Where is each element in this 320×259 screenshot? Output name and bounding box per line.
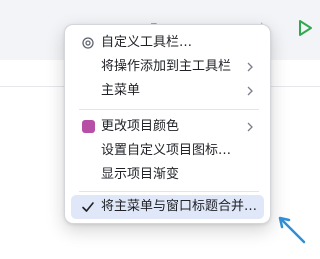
color-swatch-icon: [82, 120, 95, 133]
run-icon[interactable]: [297, 19, 313, 37]
chevron-right-icon: [247, 62, 253, 72]
menu-separator: [79, 191, 259, 192]
menu-item-label: 将操作添加到主工具栏: [101, 59, 232, 74]
checkmark-icon: [82, 202, 94, 212]
menu-item-label: 设置自定义项目图标…: [101, 143, 232, 158]
chevron-right-icon: [247, 122, 253, 132]
menu-item-label: 显示项目渐变: [101, 167, 180, 182]
menu-separator: [79, 109, 259, 110]
menu-item-main-menu[interactable]: 主菜单: [71, 79, 264, 103]
menu-item-add-action-to-toolbar[interactable]: 将操作添加到主工具栏: [71, 55, 264, 79]
menu-item-label: 更改项目颜色: [101, 119, 180, 134]
chevron-right-icon: [247, 86, 253, 96]
menu-item-label: 自定义工具栏…: [101, 35, 193, 50]
annotation-arrow-icon: [278, 216, 306, 244]
menu-item-label: 主菜单: [101, 83, 141, 98]
menu-item-merge-main-menu-with-title[interactable]: 将主菜单与窗口标题合并…: [71, 195, 264, 219]
menu-item-set-custom-project-icon[interactable]: 设置自定义项目图标…: [71, 139, 264, 163]
menu-item-change-project-color[interactable]: 更改项目颜色: [71, 115, 264, 139]
toolbar-context-menu: 自定义工具栏… 将操作添加到主工具栏 主菜单 更改项目颜色 设置自定义项目图标……: [64, 24, 271, 224]
gear-icon: [82, 37, 94, 49]
menu-item-customize-toolbar[interactable]: 自定义工具栏…: [71, 31, 264, 55]
menu-item-show-project-gradient[interactable]: 显示项目渐变: [71, 163, 264, 187]
menu-item-label: 将主菜单与窗口标题合并…: [101, 199, 258, 214]
